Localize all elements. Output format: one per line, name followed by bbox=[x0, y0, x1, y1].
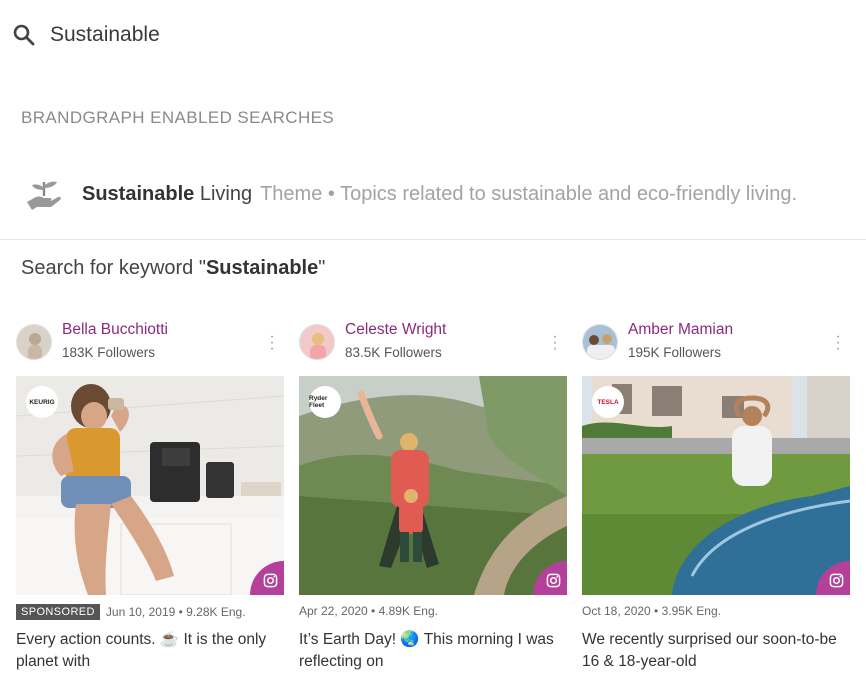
brand-logo: Ryder Fleet bbox=[309, 386, 341, 418]
post-date-engagement: Jun 10, 2019 • 9.28K Eng. bbox=[105, 605, 246, 619]
post-card[interactable]: Amber Mamian 195K Followers · · · TESLA Oc bbox=[582, 318, 850, 670]
more-options-icon[interactable]: · · · bbox=[268, 329, 276, 357]
avatar[interactable] bbox=[582, 324, 618, 360]
influencer-name[interactable]: Bella Bucchiotti bbox=[62, 321, 168, 339]
section-header: BRANDGRAPH ENABLED SEARCHES bbox=[21, 108, 335, 127]
more-options-icon[interactable]: · · · bbox=[834, 329, 842, 357]
divider bbox=[0, 239, 866, 240]
card-header: Celeste Wright 83.5K Followers · · · bbox=[299, 318, 567, 374]
search-bar bbox=[0, 0, 866, 70]
post-caption: Every action counts. ☕ It is the only pl… bbox=[16, 631, 267, 670]
more-options-icon[interactable]: · · · bbox=[551, 329, 559, 357]
followers-count: 183K Followers bbox=[62, 345, 156, 360]
post-date-engagement: Apr 22, 2020 • 4.89K Eng. bbox=[299, 604, 438, 618]
sponsored-badge: SPONSORED bbox=[16, 604, 100, 620]
brand-logo: KEURIG bbox=[26, 386, 58, 418]
post-image[interactable]: TESLA bbox=[582, 376, 850, 595]
followers-count: 83.5K Followers bbox=[345, 345, 442, 360]
search-icon bbox=[13, 24, 35, 46]
post-meta: Apr 22, 2020 • 4.89K Eng. bbox=[299, 604, 438, 618]
influencer-name[interactable]: Amber Mamian bbox=[628, 321, 733, 339]
instagram-icon bbox=[546, 573, 561, 588]
brand-logo: TESLA bbox=[592, 386, 624, 418]
post-caption: We recently surprised our soon-to-be 16 … bbox=[582, 631, 837, 670]
post-meta: SPONSORED Jun 10, 2019 • 9.28K Eng. bbox=[16, 604, 246, 620]
avatar[interactable] bbox=[299, 324, 335, 360]
influencer-name[interactable]: Celeste Wright bbox=[345, 321, 446, 339]
post-card[interactable]: Bella Bucchiotti 183K Followers · · · KEU bbox=[16, 318, 284, 670]
suggestion-title: Sustainable Living bbox=[82, 182, 253, 205]
post-image[interactable]: Ryder Fleet bbox=[299, 376, 567, 595]
followers-count: 195K Followers bbox=[628, 345, 722, 360]
suggestion-item-sustainable-living[interactable]: Sustainable Living Theme • Topics relate… bbox=[0, 160, 866, 228]
card-header: Amber Mamian 195K Followers · · · bbox=[582, 318, 850, 374]
search-input[interactable] bbox=[50, 23, 750, 47]
suggestion-meta: Theme • Topics related to sustainable an… bbox=[260, 182, 798, 205]
post-date-engagement: Oct 18, 2020 • 3.95K Eng. bbox=[582, 604, 721, 618]
instagram-icon bbox=[829, 573, 844, 588]
avatar[interactable] bbox=[16, 324, 52, 360]
keyword-search-option[interactable]: Search for keyword "Sustainable" bbox=[21, 257, 325, 280]
post-card[interactable]: Celeste Wright 83.5K Followers · · · Ryder… bbox=[299, 318, 567, 670]
post-caption: It’s Earth Day! 🌏 This morning I was ref… bbox=[299, 631, 554, 670]
sustainable-hand-icon bbox=[27, 181, 61, 210]
post-meta: Oct 18, 2020 • 3.95K Eng. bbox=[582, 604, 721, 618]
instagram-icon bbox=[263, 573, 278, 588]
post-image[interactable]: KEURIG bbox=[16, 376, 284, 595]
card-header: Bella Bucchiotti 183K Followers · · · bbox=[16, 318, 284, 374]
